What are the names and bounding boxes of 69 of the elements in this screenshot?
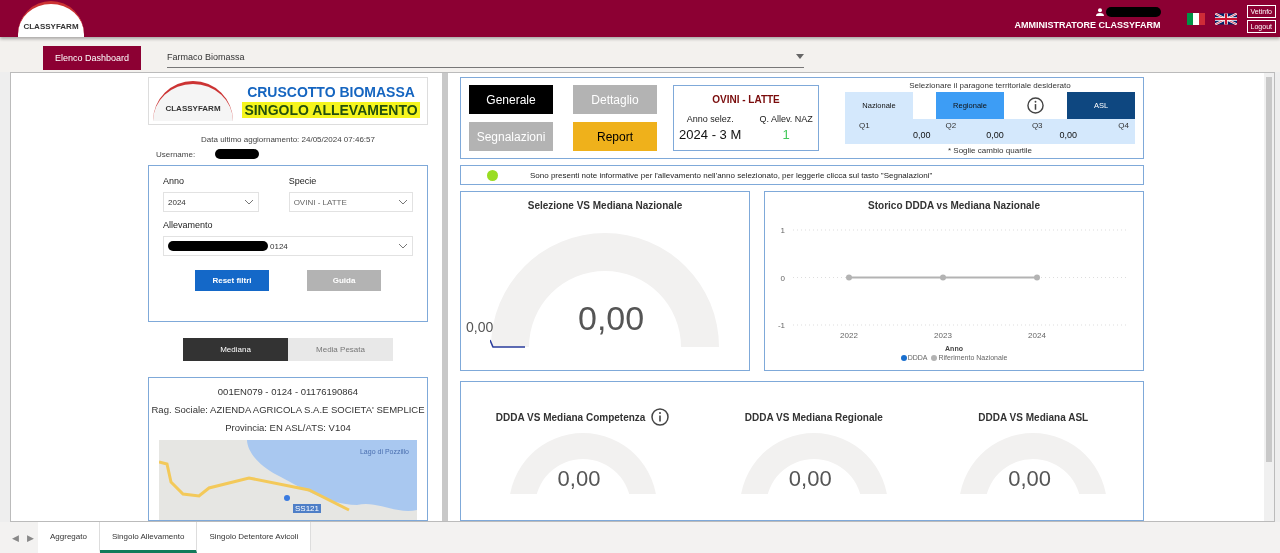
redaction-mark [1105,7,1161,17]
farm-name: Rag. Sociale: AZIENDA AGRICOLA S.A.E SOCIETA' SEMPLICE [151,404,425,415]
last-update-text: Data ultimo aggiornamento: 24/05/2024 07:46:57 [201,135,375,144]
gauge-value: 0,00 [557,466,601,492]
filter-dropdown[interactable]: OVINI - LATTE [288,192,413,212]
quartile-label: Q4 [1118,121,1129,130]
threshold-value: 0,00 [986,130,1004,140]
filter-label: Specie [288,176,318,186]
gauge-value: 0,00 [788,466,832,492]
page-tab[interactable]: Singolo Allevamento [99,522,198,553]
nav-button[interactable]: Report [573,122,657,151]
info-icon[interactable] [651,408,670,426]
farm-location: Provincia: EN ASL/ATS: V104 [225,422,351,433]
user-role: AMMINISTRATORE CLASSYFARM [1014,20,1161,30]
y-tick-label: 0 [780,273,785,283]
username-label: Username: [156,149,196,159]
italian-flag-icon[interactable] [1184,12,1207,25]
chevron-down-icon [243,199,254,205]
quartile-label: Q3 [1031,121,1043,130]
info-icon[interactable] [1027,97,1044,114]
page-tab[interactable]: Aggregato [38,522,100,553]
dashboard-title: CRUSCOTTO BIOMASSA [247,84,415,100]
road-label: SS121 [293,504,322,513]
gauge-value: 0,00 [1008,466,1052,492]
redaction-mark [215,149,260,159]
uk-flag-icon[interactable] [1214,12,1237,25]
farm-code: 001EN079 - 0124 - 01176190864 [217,386,359,397]
filter-label: Anno [163,176,186,186]
filter-label: Allevamento [163,220,214,230]
y-tick-label: 1 [780,226,785,235]
quartile-label: Q1 [859,121,870,130]
filter-dropdown[interactable]: 0124 [163,236,413,256]
quartile-label: Q. Allev. NAZ [759,114,813,124]
logo: CLASSYFARM [153,81,233,121]
quartile-value: 1 [782,127,790,142]
gauge-title: DDDA VS Mediana Regionale [744,411,883,423]
year-label: Anno selez. [686,114,734,124]
notice-text: Sono presenti note informative per l'allevamento nell'anno selezionato, per leggerle clicca sul tasto "Segnalazioni" [530,170,933,180]
chevron-down-icon [398,199,408,205]
page-tab[interactable]: Singolo Detentore Avicoli [197,522,312,553]
caret-icon [796,54,805,59]
x-tick-label: 2023 [934,331,952,340]
chart-title: Storico DDDA vs Mediana Nazionale [868,200,1040,211]
logo[interactable]: CLASSYFARM [18,0,84,37]
dashboard-list-button[interactable]: Elenco Dashboard [43,46,142,70]
quartile-label: Q2 [945,121,957,130]
species-text: OVINI - LATTE [712,94,780,105]
x-tick-label: 2022 [840,331,858,340]
gauge-title: Selezione VS Mediana Nazionale [527,200,683,211]
gauge-min-label: 0,00 [466,319,494,335]
year-value: 2024 - 3 M [679,127,742,142]
comparison-title: Selezionare il paragone territoriale desiderato [909,81,1071,90]
filter-dropdown[interactable]: 2024 [163,192,259,212]
dashboard-subtitle: SINGOLO ALLEVAMENTO [242,102,420,118]
nav-button[interactable]: Generale [469,85,553,114]
user-icon [1095,8,1104,16]
threshold-note: * Soglie cambio quartile [947,146,1032,155]
gauge-value: 0,00 [578,299,645,338]
threshold-value: 0,00 [1059,130,1078,140]
threshold-value: 0,00 [912,130,931,140]
chevron-down-icon [398,243,408,249]
x-tick-label: 2024 [1028,331,1046,340]
toggle-option[interactable]: Mediana [183,338,288,361]
dashboard-dropdown[interactable]: Farmaco Biomassa [167,46,805,68]
y-tick-label: -1 [777,321,785,330]
gauge-title: DDDA VS Mediana Competenza [495,411,646,423]
gauge-title: DDDA VS Mediana ASL [978,411,1089,423]
filter-button[interactable]: Reset filtri [195,270,269,291]
toggle-option[interactable]: Media Pesata [288,338,393,361]
